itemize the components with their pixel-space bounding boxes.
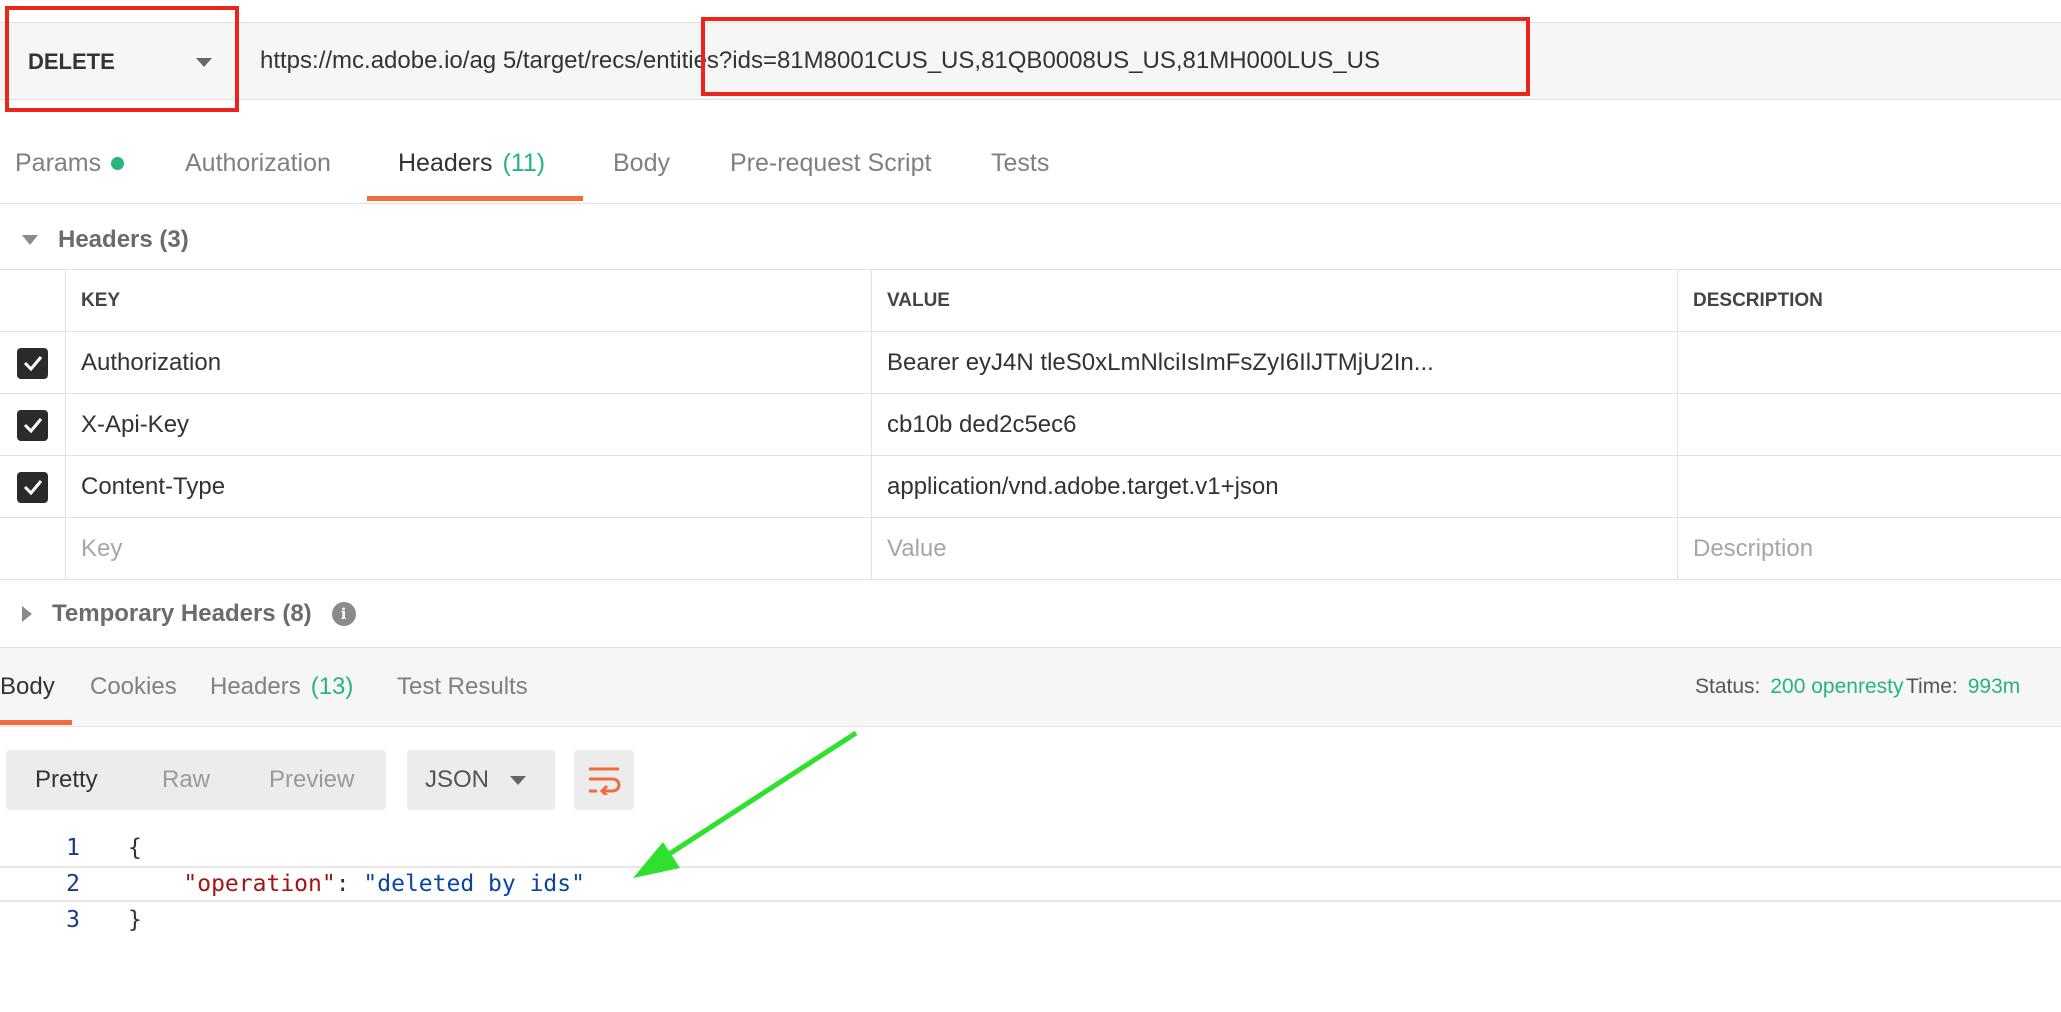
pretty-button[interactable]: Pretty — [35, 750, 98, 810]
response-time: Time: 993m — [1906, 648, 2020, 726]
json-colon: : — [335, 871, 364, 897]
column-header-key: KEY — [66, 270, 872, 332]
checkmark-icon — [23, 480, 42, 496]
tab-label: Params — [15, 148, 102, 177]
tab-pre-request-script[interactable]: Pre-request Script — [730, 122, 931, 204]
code-line: 2 "operation": "deleted by ids" — [0, 866, 2061, 902]
new-key-input[interactable]: Key — [66, 518, 872, 580]
header-description-cell[interactable] — [1678, 394, 2061, 456]
raw-button[interactable]: Raw — [162, 750, 210, 810]
time-value: 993m — [1967, 675, 2021, 698]
tab-authorization[interactable]: Authorization — [185, 122, 331, 204]
method-dropdown[interactable]: DELETE — [10, 31, 232, 131]
table-row: Authorization Bearer eyJ4N tleS0xLmNlciI… — [0, 332, 2061, 394]
caret-down-icon — [22, 235, 38, 245]
headers-section-toggle[interactable]: Headers (3) — [22, 220, 189, 260]
request-tabs: Params Authorization Headers (11) Body P… — [0, 122, 2061, 204]
column-header-description: DESCRIPTION — [1693, 290, 1823, 311]
table-header-row: KEY VALUE DESCRIPTION — [0, 270, 2061, 332]
row-checkbox-cell — [0, 394, 66, 456]
column-header-value: VALUE — [872, 270, 1678, 332]
status-value: 200 openresty — [1770, 675, 1904, 698]
table-row: Content-Type application/vnd.adobe.targe… — [0, 456, 2061, 518]
header-value-cell[interactable]: Bearer eyJ4N tleS0xLmNlciIsImFsZyI6IlJTM… — [872, 332, 1678, 394]
chevron-down-icon — [196, 58, 212, 67]
header-value-cell[interactable]: cb10b ded2c5ec6 — [872, 394, 1678, 456]
temporary-headers-label: Temporary Headers (8) — [52, 600, 312, 627]
format-label: JSON — [425, 766, 490, 793]
response-body-editor[interactable]: 1 { 2 "operation": "deleted by ids" 3 } — [0, 830, 2061, 950]
headers-table: KEY VALUE DESCRIPTION Authorization Bear… — [0, 269, 2061, 580]
header-description-cell[interactable] — [1678, 332, 2061, 394]
header-key-cell[interactable]: Content-Type — [66, 456, 872, 518]
preview-button[interactable]: Preview — [269, 750, 354, 810]
checkmark-icon — [23, 356, 42, 372]
tab-label: Body — [613, 148, 670, 177]
status-dot-icon — [111, 156, 125, 170]
tab-params[interactable]: Params — [15, 122, 125, 204]
checkbox-column-header — [0, 270, 66, 332]
tab-body[interactable]: Body — [613, 122, 670, 204]
header-description-cell[interactable] — [1678, 456, 2061, 518]
empty-checkbox-cell — [0, 518, 66, 580]
tab-label: Body — [0, 673, 55, 700]
format-dropdown[interactable]: JSON — [407, 750, 555, 810]
temporary-headers-toggle[interactable]: Temporary Headers (8) i — [22, 594, 356, 634]
chevron-down-icon — [510, 776, 526, 785]
tab-count: (11) — [502, 148, 546, 177]
response-tab-cookies[interactable]: Cookies — [90, 648, 177, 726]
new-value-input[interactable]: Value — [872, 518, 1678, 580]
time-label: Time: — [1906, 675, 1958, 698]
view-mode-group: Pretty Raw Preview — [6, 750, 386, 810]
tab-label: Headers — [210, 673, 301, 700]
response-status: Status: 200 openresty — [1695, 648, 1903, 726]
response-tab-test-results[interactable]: Test Results — [397, 648, 528, 726]
header-value-cell[interactable]: application/vnd.adobe.target.v1+json — [872, 456, 1678, 518]
tab-label: Authorization — [185, 148, 331, 177]
code-text: { — [128, 835, 142, 861]
row-checkbox-cell — [0, 456, 66, 518]
header-key-cell[interactable]: Authorization — [66, 332, 872, 394]
active-tab-indicator — [367, 196, 583, 201]
wrap-lines-icon — [589, 767, 621, 795]
code-text: } — [128, 907, 142, 933]
response-tab-body[interactable]: Body — [0, 648, 55, 726]
row-checkbox-cell — [0, 332, 66, 394]
row-checkbox[interactable] — [17, 471, 48, 503]
request-bar: DELETE https://mc.adobe.io/ag 5/target/r… — [0, 22, 2061, 100]
checkmark-icon — [23, 418, 42, 434]
tab-headers[interactable]: Headers (11) — [398, 122, 545, 204]
wrap-lines-button[interactable] — [574, 750, 634, 810]
tab-tests[interactable]: Tests — [991, 122, 1049, 204]
tab-count: (13) — [310, 673, 354, 700]
line-number: 2 — [66, 871, 80, 897]
new-description-input[interactable]: Description — [1678, 518, 2061, 580]
status-label: Status: — [1695, 675, 1761, 698]
json-value: "deleted by ids" — [363, 871, 585, 897]
line-number: 3 — [66, 907, 80, 933]
code-line: 1 { — [0, 830, 2061, 866]
response-tabs-bar: Body Cookies Headers (13) Test Results S… — [0, 647, 2061, 727]
code-line: 3 } — [0, 902, 2061, 938]
tab-label: Headers — [398, 148, 493, 177]
headers-section-title: Headers (3) — [58, 226, 189, 253]
json-key: "operation" — [183, 871, 336, 897]
row-checkbox[interactable] — [17, 347, 48, 379]
row-checkbox[interactable] — [17, 409, 48, 441]
tab-label: Tests — [991, 148, 1050, 177]
new-header-row: Key Value Description — [0, 518, 2061, 580]
tab-label: Pre-request Script — [730, 148, 932, 177]
response-tab-headers[interactable]: Headers (13) — [210, 648, 353, 726]
header-key-cell[interactable]: X-Api-Key — [66, 394, 872, 456]
url-input[interactable]: https://mc.adobe.io/ag 5/target/recs/ent… — [250, 23, 2050, 99]
line-number: 1 — [66, 835, 80, 861]
code-text: "operation": "deleted by ids" — [128, 871, 585, 897]
caret-right-icon — [22, 606, 32, 622]
table-row: X-Api-Key cb10b ded2c5ec6 — [0, 394, 2061, 456]
tab-label: Test Results — [397, 673, 528, 700]
tab-label: Cookies — [90, 673, 177, 700]
active-tab-indicator — [0, 720, 72, 725]
info-icon[interactable]: i — [331, 602, 356, 626]
